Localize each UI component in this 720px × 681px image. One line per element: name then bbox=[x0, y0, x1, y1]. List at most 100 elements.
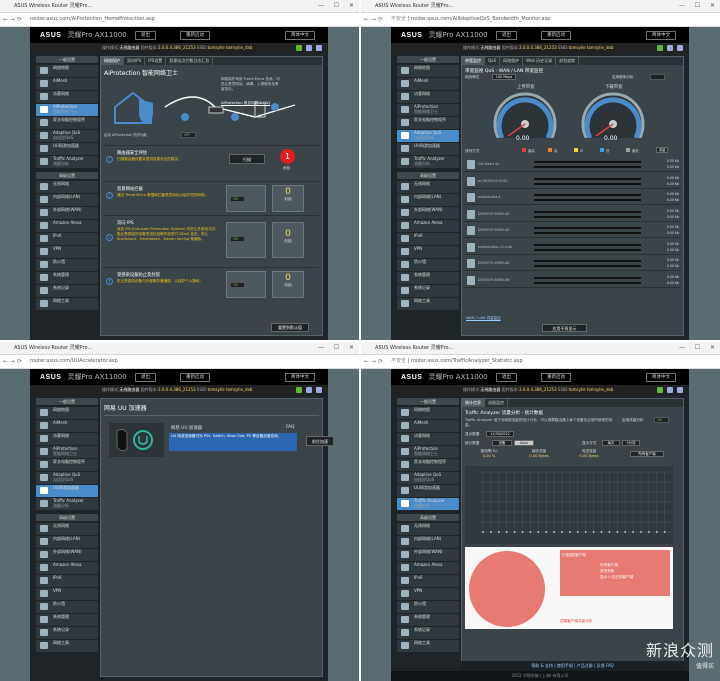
browser-tab[interactable]: ASUS Wireless Router 灵耀Pro... ✕ ☐ — bbox=[361, 342, 720, 355]
language-button[interactable]: 简体中文 bbox=[285, 373, 315, 382]
device-tab-button[interactable]: 设备 bbox=[492, 440, 512, 446]
language-button[interactable]: 简体中文 bbox=[285, 31, 315, 40]
sidebar-item-alexa[interactable]: Amazon Alexa bbox=[397, 220, 459, 232]
reboot-button[interactable]: 重新启动 bbox=[180, 31, 210, 40]
sidebar-item-traffic[interactable]: Traffic Analyzer 流量分析 bbox=[36, 498, 98, 510]
device-row[interactable]: DESKTOP-UHM0LNE 0.00 Kb 0.00 Kb bbox=[464, 207, 681, 222]
sidebar-item-traffic[interactable]: Traffic Analyzer 流量分析 bbox=[397, 156, 459, 168]
sidebar-item-admin[interactable]: 系统管理 bbox=[36, 272, 98, 284]
sidebar-item-uu[interactable]: UU网游加速器 bbox=[36, 485, 98, 497]
infected-toggle[interactable]: ON bbox=[230, 282, 245, 288]
sidebar-item-alexa[interactable]: Amazon Alexa bbox=[36, 562, 98, 574]
back-icon[interactable]: ← → ⟳ bbox=[3, 355, 22, 368]
sidebar-item-firewall[interactable]: 防火墙 bbox=[36, 259, 98, 271]
sidebar-item-qos[interactable]: Adaptive QoS 自适应QoS bbox=[397, 472, 459, 484]
sidebar-item-traffic[interactable]: Traffic Analyzer 流量分析 bbox=[36, 156, 98, 168]
minimize-icon[interactable]: — bbox=[318, 0, 324, 12]
reset-default-button[interactable]: 重置到默认值 bbox=[271, 323, 309, 332]
back-icon[interactable]: ← → ⟳ bbox=[364, 355, 383, 368]
tab-statistics[interactable]: 统计信息 bbox=[462, 399, 485, 407]
sidebar-item-aimesh[interactable]: AiMesh bbox=[36, 420, 98, 432]
sort-select[interactable]: 流量 bbox=[656, 147, 668, 153]
sidebar-item-vpn[interactable]: VPN bbox=[36, 246, 98, 258]
maximize-icon[interactable]: ☐ bbox=[695, 0, 700, 12]
tab-bandwidth[interactable]: 带宽监控 bbox=[462, 57, 485, 65]
app-icon[interactable] bbox=[296, 387, 302, 393]
sidebar-item-ipv6[interactable]: IPv6 bbox=[397, 233, 459, 245]
device-row[interactable]: DESKTOP-UHM0LNE 0.00 Kb 0.00 Kb bbox=[464, 273, 681, 288]
browser-tab[interactable]: ASUS Wireless Router 灵耀Pro... ✕ ☐ — bbox=[0, 0, 359, 13]
device-row[interactable]: Ceii Heart 4x 0.00 Kb 0.00 Kb bbox=[464, 157, 681, 172]
wifi-icon[interactable] bbox=[316, 387, 322, 393]
maximize-icon[interactable]: ☐ bbox=[695, 342, 700, 354]
sidebar-item-admin[interactable]: 系统管理 bbox=[397, 614, 459, 626]
sidebar-item-alexa[interactable]: Amazon Alexa bbox=[397, 562, 459, 574]
app-icon[interactable] bbox=[657, 387, 663, 393]
close-window-icon[interactable]: ✕ bbox=[710, 0, 715, 12]
sidebar-item-tools[interactable]: 网络工具 bbox=[36, 640, 98, 652]
sidebar-item-lan[interactable]: 内部网络(LAN) bbox=[397, 194, 459, 206]
minimize-icon[interactable]: — bbox=[679, 342, 685, 354]
client-select[interactable]: 所有客户端 bbox=[630, 451, 664, 457]
close-window-icon[interactable]: ✕ bbox=[710, 342, 715, 354]
sidebar-item-guest-network[interactable]: 访客网络 bbox=[397, 433, 459, 445]
logout-button[interactable]: 退出 bbox=[496, 31, 517, 40]
close-window-icon[interactable]: ✕ bbox=[349, 342, 354, 354]
browser-tab[interactable]: ASUS Wireless Router 灵耀Pro... ✕ ☐ — bbox=[361, 0, 720, 13]
language-button[interactable]: 简体中文 bbox=[646, 31, 676, 40]
sidebar-item-log[interactable]: 系统记录 bbox=[36, 627, 98, 639]
address-bar[interactable]: ← → ⟳ router.asus.com/AiProtection_HomePr… bbox=[0, 13, 359, 27]
usb-icon[interactable] bbox=[306, 387, 312, 393]
faq-link[interactable]: FAQ bbox=[606, 663, 614, 668]
sidebar-item-firewall[interactable]: 防火墙 bbox=[36, 601, 98, 613]
sidebar-item-ipv6[interactable]: IPv6 bbox=[36, 575, 98, 587]
usb-icon[interactable] bbox=[667, 387, 673, 393]
sidebar-item-wireless[interactable]: 无线网络 bbox=[397, 523, 459, 535]
malicious-block-toggle[interactable]: ON bbox=[230, 196, 245, 202]
sidebar-item-aiprotection[interactable]: AiProtection 智能网络卫士 bbox=[36, 104, 98, 116]
sidebar-item-uu[interactable]: UU网游加速器 bbox=[397, 143, 459, 155]
sidebar-item-aiprotection[interactable]: AiProtection 智能网络卫士 bbox=[397, 104, 459, 116]
faq-link[interactable]: FAQ bbox=[286, 425, 295, 430]
sidebar-item-wireless[interactable]: 无线网络 bbox=[397, 181, 459, 193]
sidebar-item-aimesh[interactable]: AiMesh bbox=[397, 78, 459, 90]
sidebar-item-wireless[interactable]: 无线网络 bbox=[36, 523, 98, 535]
sidebar-item-parental-control[interactable]: 家长电脑控制程序 bbox=[36, 459, 98, 471]
back-icon[interactable]: ← → ⟳ bbox=[364, 13, 383, 26]
sidebar-item-wan[interactable]: 外部网络(WAN) bbox=[397, 207, 459, 219]
sidebar-item-qos[interactable]: Adaptive QoS 自适应QoS bbox=[36, 130, 98, 142]
tab-traffic-monitor[interactable]: 流量监控 bbox=[485, 399, 508, 407]
sidebar-item-aimesh[interactable]: AiMesh bbox=[36, 78, 98, 90]
sidebar-item-lan[interactable]: 内部网络(LAN) bbox=[36, 536, 98, 548]
sidebar-item-qos[interactable]: Adaptive QoS 自适应QoS bbox=[36, 472, 98, 484]
sidebar-item-vpn[interactable]: VPN bbox=[36, 588, 98, 600]
wifi-icon[interactable] bbox=[677, 387, 683, 393]
sidebar-item-uu[interactable]: UU网游加速器 bbox=[397, 485, 459, 497]
sidebar-item-wan[interactable]: 外部网络(WAN) bbox=[36, 549, 98, 561]
address-bar[interactable]: ← → ⟳ 不安全 | router.asus.com/TrafficAnalyz… bbox=[361, 355, 720, 369]
apps-tab-button[interactable]: Apps bbox=[514, 440, 534, 446]
address-bar[interactable]: ← → ⟳ router.asus.com/UUAccelerator.asp bbox=[0, 355, 359, 369]
sidebar-item-guest-network[interactable]: 访客网络 bbox=[397, 91, 459, 103]
sidebar-item-lan[interactable]: 内部网络(LAN) bbox=[36, 194, 98, 206]
sidebar-item-traffic[interactable]: Traffic Analyzer 流量分析 bbox=[397, 498, 459, 510]
logout-button[interactable]: 退出 bbox=[135, 31, 156, 40]
ips-toggle[interactable]: ON bbox=[230, 236, 245, 242]
unit-select[interactable]: 100 Mbps bbox=[492, 74, 516, 80]
sidebar-item-network-map[interactable]: 网络地图 bbox=[397, 407, 459, 419]
maximize-icon[interactable]: ☐ bbox=[334, 0, 339, 12]
device-row[interactable]: ac:56:00:04:32:00 0.00 Kb 0.00 Kb bbox=[464, 174, 681, 189]
op-mode-link[interactable]: 无线路由器 bbox=[480, 45, 500, 50]
sidebar-item-admin[interactable]: 系统管理 bbox=[397, 272, 459, 284]
close-window-icon[interactable]: ✕ bbox=[349, 0, 354, 12]
sidebar-item-network-map[interactable]: 网络地图 bbox=[36, 407, 98, 419]
traffic-analyzer-toggle[interactable]: ON bbox=[654, 417, 669, 423]
tab-qos[interactable]: QoS bbox=[485, 57, 501, 65]
sidebar-item-parental-control[interactable]: 家长电脑控制程序 bbox=[397, 117, 459, 129]
sidebar-item-ipv6[interactable]: IPv6 bbox=[397, 575, 459, 587]
usb-icon[interactable] bbox=[667, 45, 673, 51]
wan-lan-link[interactable]: WAN / LAN 流量监控 bbox=[466, 316, 501, 321]
sidebar-item-network-map[interactable]: 网络地图 bbox=[397, 65, 459, 77]
device-row[interactable]: android-dbac-41-fcab 0.00 Kb 0.00 Kb bbox=[464, 240, 681, 255]
op-mode-link[interactable]: 无线路由器 bbox=[119, 387, 139, 392]
